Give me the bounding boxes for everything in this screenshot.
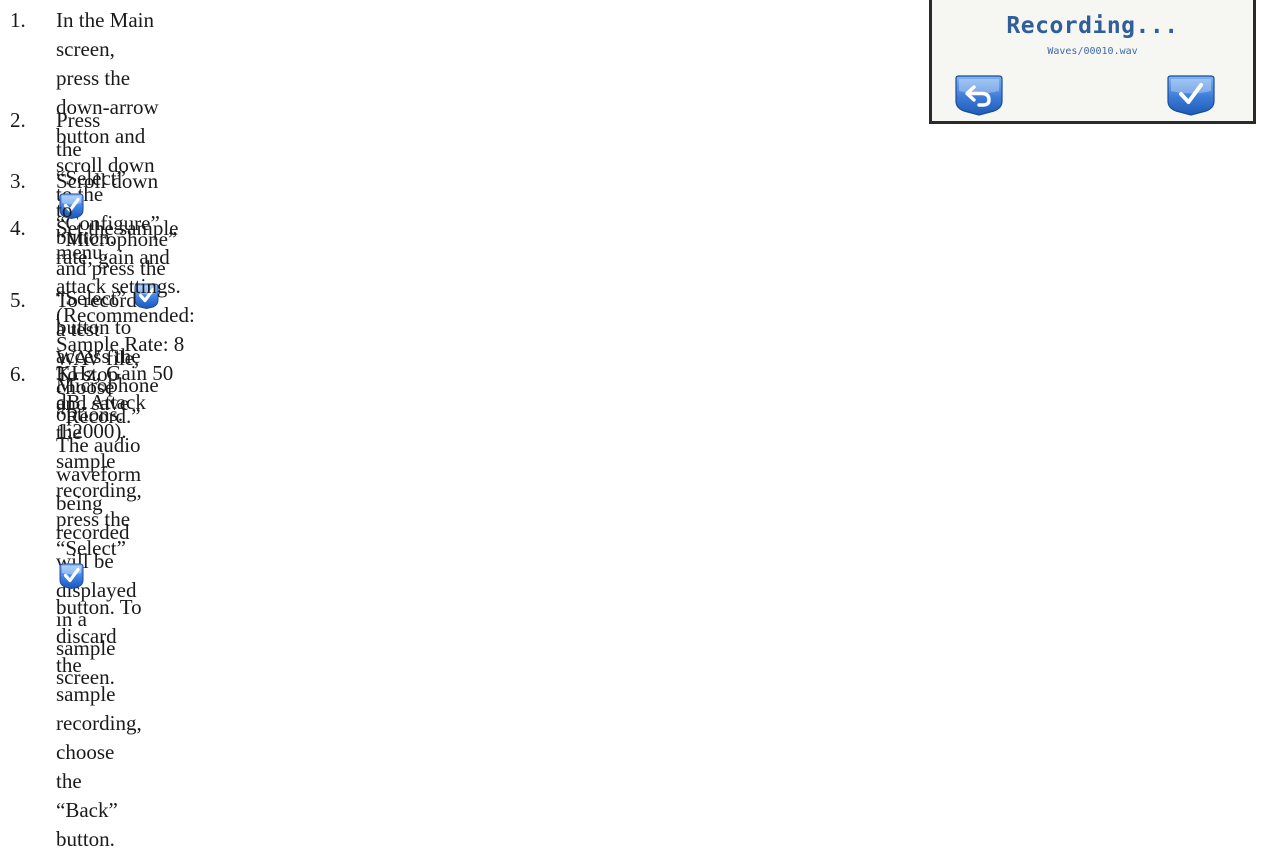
step-number: 6. bbox=[10, 362, 26, 386]
select-checkmark-icon bbox=[59, 563, 84, 589]
device-screen: Recording... Waves/00010.wav bbox=[932, 0, 1253, 121]
step-number: 4. bbox=[10, 216, 26, 240]
step-number: 1. bbox=[10, 8, 26, 32]
step-number: 3. bbox=[10, 169, 26, 193]
device-screenshot: Recording... Waves/00010.wav bbox=[929, 0, 1256, 124]
step-number: 2. bbox=[10, 108, 26, 132]
checkmark-icon bbox=[1167, 75, 1215, 116]
recording-status: Recording... bbox=[1006, 13, 1179, 39]
recording-filename: Waves/00010.wav bbox=[1047, 46, 1138, 57]
step-text: To stop and save the sample recording, p… bbox=[56, 362, 142, 851]
back-arrow-icon bbox=[955, 75, 1003, 116]
step-number: 5. bbox=[10, 288, 26, 312]
